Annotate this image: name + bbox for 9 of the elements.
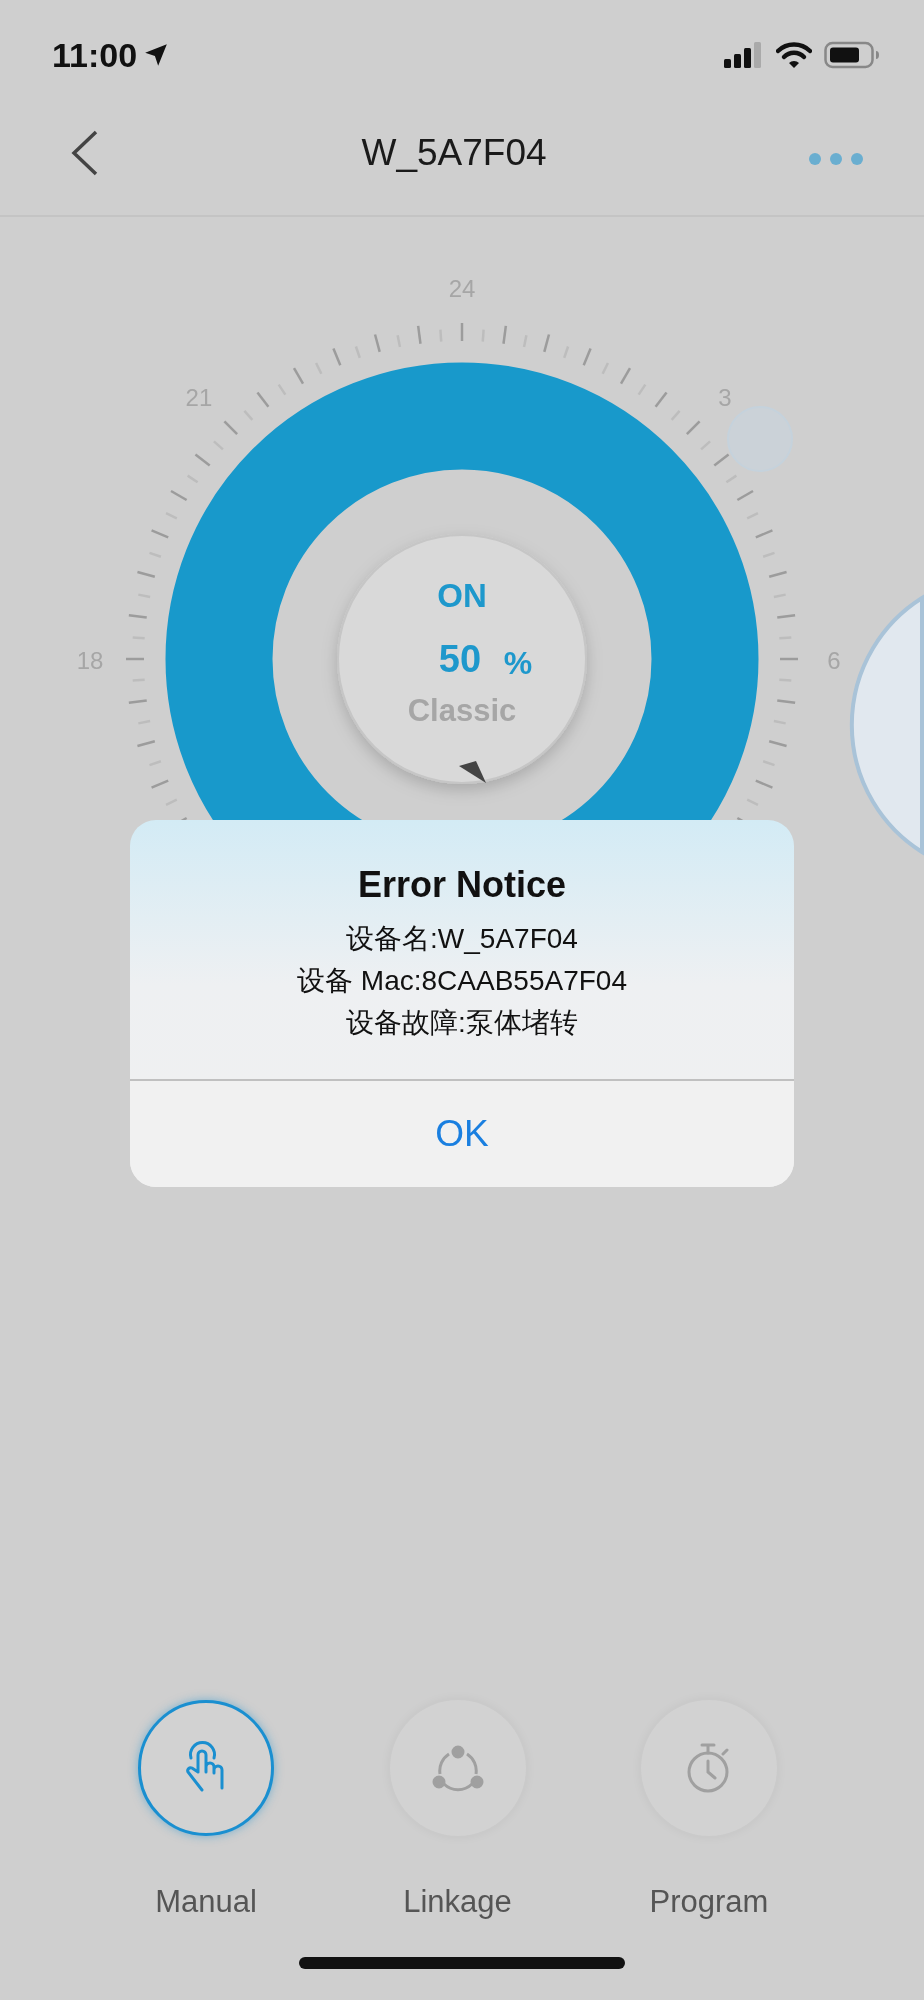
power-value: 50 bbox=[438, 638, 482, 680]
alert-message-line: 设备故障:泵体堵转 bbox=[346, 1005, 578, 1040]
power-state: ON bbox=[437, 577, 487, 614]
alert-title: Error Notice bbox=[357, 864, 567, 906]
screen-title: W_5A7F04 bbox=[361, 131, 547, 174]
power-unit: % bbox=[503, 645, 533, 681]
alert-message-line: 设备名:W_5A7F04 bbox=[346, 922, 578, 956]
alert-message-line: 设备 Mac:8CAAB55A7F04 bbox=[297, 963, 627, 998]
status-time: 11:00 bbox=[52, 35, 138, 75]
